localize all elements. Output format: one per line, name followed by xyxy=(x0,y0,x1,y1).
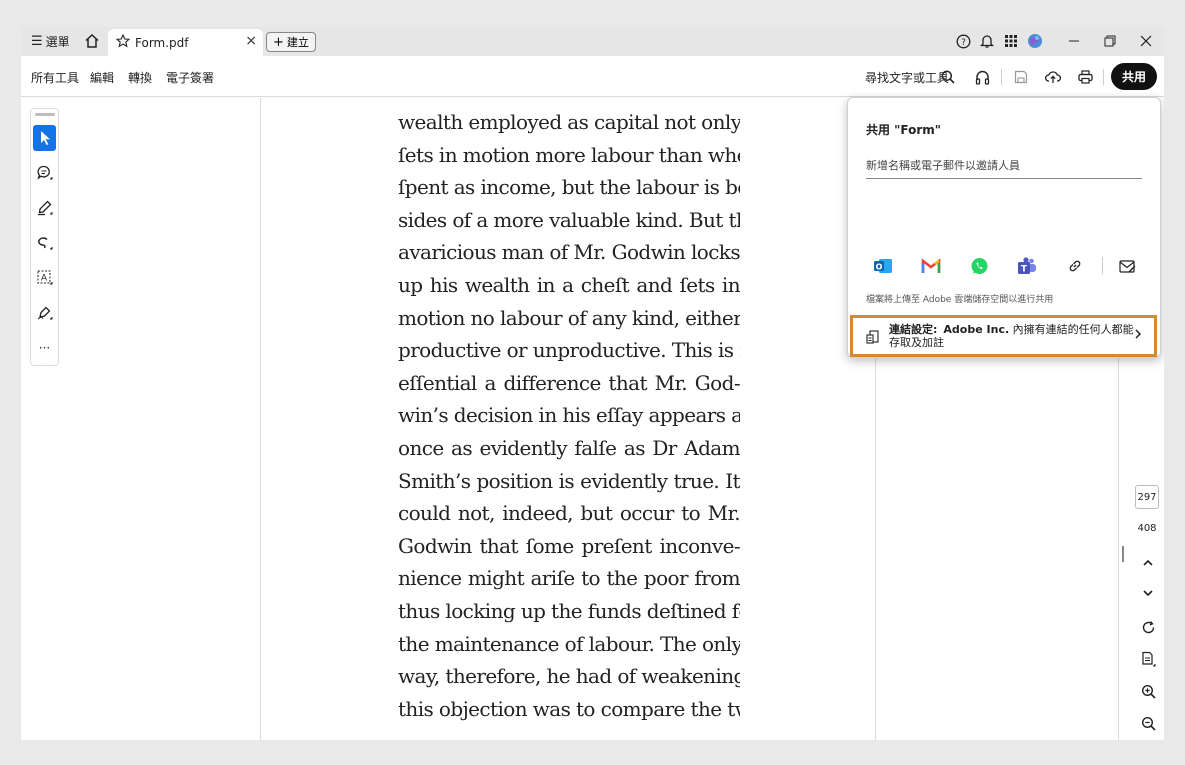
link-settings-icon xyxy=(866,329,880,348)
tab-form-pdf[interactable]: Form.pdf × xyxy=(108,29,263,56)
whatsapp-icon[interactable] xyxy=(968,255,990,277)
hamburger-icon: ☰ xyxy=(31,34,43,49)
menu-label: 選單 xyxy=(45,35,70,49)
rail-grip[interactable] xyxy=(35,113,55,116)
share-button[interactable]: 共用 xyxy=(1111,63,1157,90)
apps-divider xyxy=(1102,257,1103,274)
text-line: once as evidently falſe as Dr Adam xyxy=(398,435,740,460)
more-tools-icon[interactable]: ··· xyxy=(33,335,56,361)
text-line: ſpent as income, but the labour is be- xyxy=(398,175,740,200)
svg-text:A: A xyxy=(40,274,47,284)
text-line: wealth employed as capital not only xyxy=(398,110,740,134)
menu-edit[interactable]: 編輯 xyxy=(90,69,114,86)
create-button[interactable]: + 建立 xyxy=(266,32,316,52)
text-line-partial xyxy=(398,98,740,106)
link-settings-label: 連結設定: xyxy=(889,323,938,336)
tool-rail: A ··· xyxy=(30,108,59,366)
comment-tool-icon[interactable] xyxy=(33,160,56,186)
svg-text:T: T xyxy=(1021,264,1028,274)
text-line: Godwin that ſome preſent inconve- xyxy=(398,533,740,558)
chevron-up-icon[interactable] xyxy=(1137,552,1159,574)
link-settings-button[interactable]: 連結設定: Adobe Inc. 內擁有連結的任何人都能存取及加註 xyxy=(850,315,1157,357)
chevron-right-icon xyxy=(1134,328,1142,344)
text-select-tool-icon[interactable]: A xyxy=(33,265,56,291)
menu-bar: 所有工具 編輯 轉換 電子簽署 尋找文字或工具 共用 xyxy=(21,56,1164,97)
current-page-input[interactable]: 297 xyxy=(1135,485,1159,509)
share-popover: 共用 "Form" 新增名稱或電子郵件以邀請人員 O T 檔案將上傳至 Adob… xyxy=(847,97,1161,358)
email-icon[interactable] xyxy=(1116,255,1138,277)
save-icon[interactable] xyxy=(1010,66,1032,88)
text-line: sides of a more valuable kind. But the xyxy=(398,207,740,232)
bell-icon[interactable] xyxy=(977,31,997,51)
link-settings-text: 連結設定: Adobe Inc. 內擁有連結的任何人都能存取及加註 xyxy=(889,323,1134,349)
toolbar-divider xyxy=(1001,69,1002,85)
title-bar: ☰ 選單 Form.pdf × + 建立 ? xyxy=(21,27,1164,56)
text-line: win’s decision in his eſſay appears at xyxy=(398,403,740,428)
menu-convert[interactable]: 轉換 xyxy=(128,69,152,86)
text-line: Smith’s position is evidently true. It xyxy=(398,468,740,493)
read-aloud-icon[interactable] xyxy=(971,66,993,88)
svg-text:?: ? xyxy=(961,38,966,48)
page-text: wealth employed as capital not only ſets… xyxy=(398,98,740,725)
highlight-tool-icon[interactable] xyxy=(33,195,56,221)
fill-sign-tool-icon[interactable] xyxy=(33,300,56,326)
document-page: wealth employed as capital not only ſets… xyxy=(260,98,876,740)
text-line: motion no labour of any kind, either xyxy=(398,305,740,330)
app-window: ☰ 選單 Form.pdf × + 建立 ? 所有工具 編輯 轉換 電子簽署 尋… xyxy=(21,27,1164,740)
teams-icon[interactable]: T xyxy=(1016,255,1038,277)
invite-placeholder: 新增名稱或電子郵件以邀請人員 xyxy=(866,159,1020,172)
restore-icon[interactable] xyxy=(1100,31,1120,51)
svg-text:O: O xyxy=(876,262,883,271)
menu-e-sign[interactable]: 電子簽署 xyxy=(166,69,214,86)
tab-title: Form.pdf xyxy=(135,35,189,50)
text-line: could not, indeed, but occur to Mr. xyxy=(398,501,740,526)
invite-input[interactable]: 新增名稱或電子郵件以邀請人員 xyxy=(866,153,1142,179)
select-tool-icon[interactable] xyxy=(33,125,56,151)
help-icon[interactable]: ? xyxy=(953,31,973,51)
search-icon[interactable] xyxy=(937,66,959,88)
text-line: up his wealth in a cheſt and ſets in xyxy=(398,272,740,297)
print-icon[interactable] xyxy=(1074,66,1096,88)
upload-note: 檔案將上傳至 Adobe 雲端儲存空間以進行共用 xyxy=(866,295,1054,305)
zoom-out-icon[interactable] xyxy=(1137,712,1159,734)
toolbar-divider xyxy=(1103,69,1104,85)
text-line: productive or unproductive. This is ſo xyxy=(398,338,740,363)
text-line: nience might ariſe to the poor from xyxy=(398,566,740,591)
outlook-icon[interactable]: O xyxy=(872,255,894,277)
popover-title: 共用 "Form" xyxy=(866,123,942,137)
menu-button[interactable]: ☰ 選單 xyxy=(31,27,70,56)
text-line: eſſential a difference that Mr. God- xyxy=(398,370,740,395)
text-line: ſets in motion more labour than when xyxy=(398,142,740,167)
draw-tool-icon[interactable] xyxy=(33,230,56,256)
close-icon[interactable] xyxy=(1136,31,1156,51)
zoom-in-icon[interactable] xyxy=(1137,680,1159,702)
create-label: 建立 xyxy=(286,36,309,49)
text-line: the maintenance of labour. The only xyxy=(398,631,740,656)
avatar[interactable] xyxy=(1025,31,1045,51)
upload-cloud-icon[interactable] xyxy=(1042,66,1064,88)
gmail-icon[interactable] xyxy=(920,255,942,277)
minimize-icon[interactable] xyxy=(1064,31,1084,51)
menu-all-tools[interactable]: 所有工具 xyxy=(31,69,79,86)
text-line: way, therefore, he had of weakening xyxy=(398,664,740,689)
link-settings-org: Adobe Inc. xyxy=(943,323,1010,336)
page-total: 408 xyxy=(1137,523,1157,534)
star-icon[interactable] xyxy=(115,33,131,51)
page-thumbnail-icon[interactable] xyxy=(1137,648,1159,670)
scrollbar-thumb[interactable] xyxy=(1122,546,1124,562)
chevron-down-icon[interactable] xyxy=(1137,582,1159,604)
text-line: this objection was to compare the two xyxy=(398,696,740,721)
apps-grid-icon[interactable] xyxy=(1001,31,1021,51)
rotate-icon[interactable] xyxy=(1137,616,1159,638)
text-line: avaricious man of Mr. Godwin locks xyxy=(398,240,740,265)
text-line: thus locking up the funds deſtined for xyxy=(398,598,740,623)
copy-link-icon[interactable] xyxy=(1064,255,1086,277)
home-icon[interactable] xyxy=(82,31,102,51)
tab-close-icon[interactable]: × xyxy=(245,33,257,49)
plus-icon: + xyxy=(273,34,284,50)
